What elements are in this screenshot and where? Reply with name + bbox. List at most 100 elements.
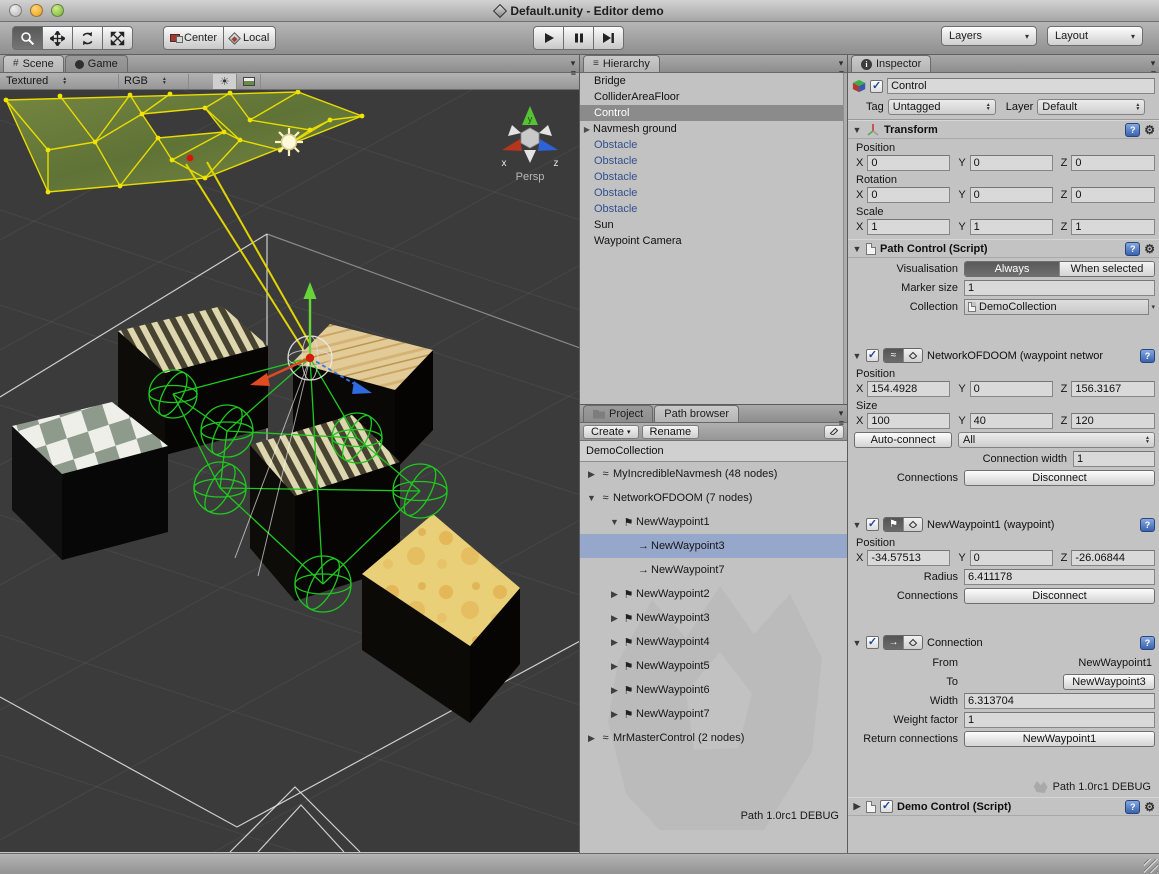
tab-inspector[interactable]: i Inspector bbox=[851, 55, 931, 72]
gear-icon[interactable]: ⚙ bbox=[1144, 124, 1155, 136]
position-x-field[interactable] bbox=[867, 155, 950, 171]
tab-path-browser[interactable]: Path browser bbox=[654, 405, 739, 422]
gear-icon[interactable]: ⚙ bbox=[1144, 243, 1155, 255]
tab-project[interactable]: Project bbox=[583, 405, 653, 422]
zoom-window-button[interactable] bbox=[51, 4, 64, 17]
transform-component-header[interactable]: ▼ Transform ? ⚙ bbox=[848, 120, 1159, 139]
collection-object-field[interactable]: DemoCollection bbox=[964, 299, 1149, 315]
demo-control-enabled-checkbox[interactable]: ✓ bbox=[880, 800, 893, 813]
tree-item[interactable]: ▼⚑NewWaypoint1 bbox=[580, 510, 847, 534]
hierarchy-item[interactable]: Sun bbox=[580, 217, 847, 233]
visualisation-when-selected-option[interactable]: When selected bbox=[1059, 262, 1154, 276]
gear-icon[interactable]: ⚙ bbox=[1144, 801, 1155, 813]
help-icon[interactable]: ? bbox=[1125, 123, 1140, 137]
waypoint-position-y-field[interactable] bbox=[970, 550, 1053, 566]
position-y-field[interactable] bbox=[970, 155, 1053, 171]
hierarchy-item-prefab[interactable]: Obstacle bbox=[580, 137, 847, 153]
color-mode-dropdown[interactable]: RGB ▲▼ bbox=[119, 74, 189, 89]
tree-item[interactable]: ▶≈MrMasterControl (2 nodes) bbox=[580, 726, 847, 750]
expander-icon[interactable]: ▶ bbox=[608, 637, 621, 648]
marker-size-field[interactable] bbox=[964, 280, 1155, 296]
tree-item[interactable]: ▶⚑NewWaypoint4 bbox=[580, 630, 847, 654]
width-field[interactable] bbox=[964, 693, 1155, 709]
rotation-z-field[interactable] bbox=[1071, 187, 1155, 203]
expander-icon[interactable]: ▼ bbox=[608, 517, 621, 527]
scale-tool-button[interactable] bbox=[102, 26, 133, 50]
layer-dropdown[interactable]: Default▲▼ bbox=[1037, 99, 1145, 115]
tag-dropdown[interactable]: Untagged▲▼ bbox=[888, 99, 996, 115]
tree-item[interactable]: ▼≈NetworkOFDOOM (7 nodes) bbox=[580, 486, 847, 510]
connection-width-field[interactable] bbox=[1073, 451, 1155, 467]
rotation-y-field[interactable] bbox=[970, 187, 1053, 203]
expander-icon[interactable]: ▶ bbox=[608, 613, 621, 624]
tab-scene[interactable]: # Scene bbox=[3, 55, 64, 72]
tree-item[interactable]: ▶⚑NewWaypoint6 bbox=[580, 678, 847, 702]
help-icon[interactable]: ? bbox=[1140, 518, 1155, 532]
rename-button[interactable]: Rename bbox=[642, 425, 700, 439]
draw-mode-dropdown[interactable]: Textured ▲▼ bbox=[1, 74, 119, 89]
expander-icon[interactable]: ▶ bbox=[608, 685, 621, 696]
scene-viewport[interactable]: y x z Persp bbox=[0, 90, 579, 852]
connect-filter-dropdown[interactable]: All▲▼ bbox=[958, 432, 1155, 448]
return-connection-button[interactable]: NewWaypoint1 bbox=[964, 731, 1155, 747]
waypoint-position-z-field[interactable] bbox=[1071, 550, 1155, 566]
hierarchy-item-prefab[interactable]: Obstacle bbox=[580, 169, 847, 185]
auto-connect-button[interactable]: Auto-connect bbox=[854, 432, 952, 448]
tree-item[interactable]: ▶⚑NewWaypoint7 bbox=[580, 702, 847, 726]
tree-item[interactable]: →NewWaypoint7 bbox=[580, 558, 847, 582]
tree-item[interactable]: ▶⚑NewWaypoint2 bbox=[580, 582, 847, 606]
foldout-icon[interactable]: ▼ bbox=[852, 351, 862, 361]
network-position-y-field[interactable] bbox=[970, 381, 1053, 397]
scene-lighting-toggle[interactable]: ☀ bbox=[213, 74, 237, 89]
connection-enabled-checkbox[interactable]: ✓ bbox=[866, 636, 879, 649]
tab-game[interactable]: Game bbox=[65, 55, 128, 72]
position-z-field[interactable] bbox=[1071, 155, 1155, 171]
expander-icon[interactable]: ▶ bbox=[608, 709, 621, 720]
expander-icon[interactable]: ▶ bbox=[581, 125, 593, 134]
waypoint-component-header[interactable]: ▼ ✓ ⚑ NewWaypoint1 (waypoint) ? bbox=[848, 515, 1159, 534]
foldout-icon[interactable]: ▼ bbox=[852, 520, 862, 530]
demo-control-component-header[interactable]: ▶ ✓ Demo Control (Script) ? ⚙ bbox=[848, 797, 1159, 816]
create-button[interactable]: Create ▾ bbox=[583, 425, 639, 439]
waypoint-flag-icon[interactable]: ⚑ bbox=[884, 518, 903, 531]
network-disconnect-button[interactable]: Disconnect bbox=[964, 470, 1155, 486]
tree-item[interactable]: ▶⚑NewWaypoint3 bbox=[580, 606, 847, 630]
tag-mode-icon[interactable] bbox=[903, 518, 922, 531]
scale-x-field[interactable] bbox=[867, 219, 950, 235]
visualisation-always-option[interactable]: Always bbox=[965, 262, 1059, 276]
hierarchy-item[interactable]: Bridge bbox=[580, 73, 847, 89]
active-checkbox[interactable]: ✓ bbox=[870, 80, 883, 93]
rotation-x-field[interactable] bbox=[867, 187, 950, 203]
tag-mode-icon[interactable] bbox=[903, 349, 922, 362]
foldout-icon[interactable]: ▼ bbox=[852, 125, 862, 135]
foldout-icon[interactable]: ▼ bbox=[852, 244, 862, 254]
expander-icon[interactable]: ▼ bbox=[585, 493, 598, 503]
expander-icon[interactable]: ▶ bbox=[608, 589, 621, 600]
waypoint-position-x-field[interactable] bbox=[867, 550, 950, 566]
pivot-center-button[interactable]: Center bbox=[163, 26, 224, 50]
collection-header[interactable]: DemoCollection bbox=[580, 441, 847, 462]
network-size-y-field[interactable] bbox=[970, 413, 1053, 429]
gameobject-name-field[interactable] bbox=[887, 78, 1155, 94]
object-picker-arrow-icon[interactable]: ▾ bbox=[1151, 303, 1155, 311]
network-position-z-field[interactable] bbox=[1071, 381, 1155, 397]
scale-z-field[interactable] bbox=[1071, 219, 1155, 235]
play-button[interactable] bbox=[533, 26, 564, 50]
weight-factor-field[interactable] bbox=[964, 712, 1155, 728]
tree-item-selected[interactable]: →NewWaypoint3 bbox=[580, 534, 847, 558]
help-icon[interactable]: ? bbox=[1125, 800, 1140, 814]
minimize-window-button[interactable] bbox=[30, 4, 43, 17]
hierarchy-item-prefab[interactable]: Obstacle bbox=[580, 201, 847, 217]
tree-item[interactable]: ▶⚑NewWaypoint5 bbox=[580, 654, 847, 678]
layout-dropdown[interactable]: Layout ▾ bbox=[1047, 26, 1143, 46]
network-size-z-field[interactable] bbox=[1071, 413, 1155, 429]
path-control-component-header[interactable]: ▼ Path Control (Script) ? ⚙ bbox=[848, 239, 1159, 258]
network-enabled-checkbox[interactable]: ✓ bbox=[866, 349, 879, 362]
network-position-x-field[interactable] bbox=[867, 381, 950, 397]
hierarchy-scrollbar[interactable] bbox=[843, 73, 847, 404]
connection-component-header[interactable]: ▼ ✓ → Connection ? bbox=[848, 633, 1159, 652]
pivot-local-button[interactable]: Local bbox=[223, 26, 276, 50]
to-waypoint-button[interactable]: NewWaypoint3 bbox=[1063, 674, 1155, 690]
scale-y-field[interactable] bbox=[970, 219, 1053, 235]
expander-icon[interactable]: ▶ bbox=[585, 733, 598, 744]
